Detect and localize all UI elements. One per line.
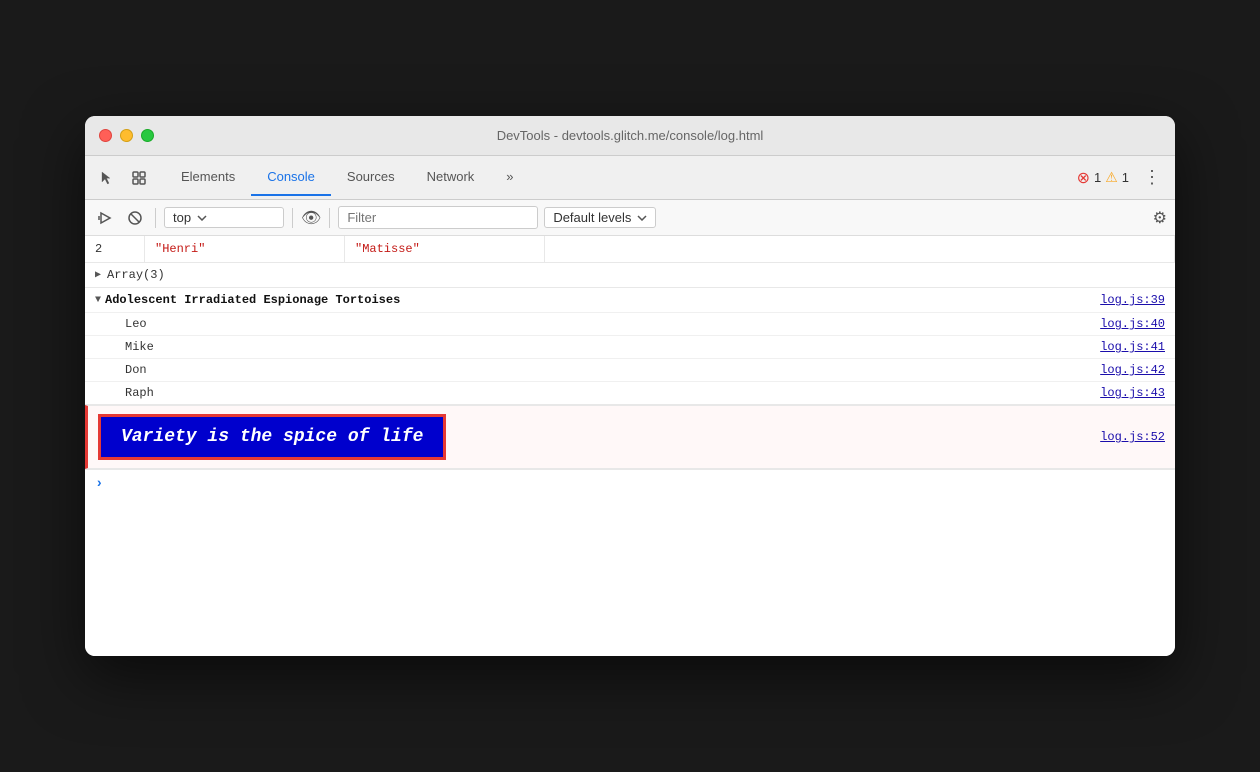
log-group-header[interactable]: ▼ Adolescent Irradiated Espionage Tortoi…: [85, 288, 1175, 312]
log-item-text-0: Leo: [125, 317, 1100, 331]
styled-log-row: Variety is the spice of life log.js:52: [85, 405, 1175, 469]
log-item-text-2: Don: [125, 363, 1100, 377]
warn-icon: ⚠: [1105, 169, 1118, 186]
divider-1: [155, 208, 156, 228]
console-input[interactable]: [109, 477, 1165, 491]
console-prompt: ›: [85, 469, 1175, 498]
log-item-source-1[interactable]: log.js:41: [1100, 340, 1165, 354]
log-item-2: Don log.js:42: [85, 358, 1175, 381]
error-count: 1: [1094, 170, 1101, 185]
divider-3: [329, 208, 330, 228]
log-item-0: Leo log.js:40: [85, 312, 1175, 335]
group-title: Adolescent Irradiated Espionage Tortoise…: [105, 293, 1100, 307]
clear-console-icon[interactable]: [123, 206, 147, 230]
styled-log-source[interactable]: log.js:52: [1100, 430, 1165, 444]
warn-count: 1: [1122, 170, 1129, 185]
tab-bar-right: ⊗ 1 ⚠ 1 ⋮: [1077, 167, 1167, 188]
table-cell-col1: "Henri": [145, 236, 345, 262]
tab-list: Elements Console Sources Network »: [165, 159, 1077, 196]
traffic-lights: [99, 129, 154, 142]
console-toolbar: top 👁 Default levels ⚙: [85, 200, 1175, 236]
table-cell-col2: "Matisse": [345, 236, 545, 262]
divider-2: [292, 208, 293, 228]
inspect-icon[interactable]: [125, 164, 153, 192]
window-title: DevTools - devtools.glitch.me/console/lo…: [497, 128, 764, 143]
prompt-arrow-icon: ›: [95, 476, 103, 492]
devtools-window: DevTools - devtools.glitch.me/console/lo…: [85, 116, 1175, 656]
table-row: 2 "Henri" "Matisse": [85, 236, 1175, 263]
table-cell-empty: [545, 236, 1175, 262]
levels-select[interactable]: Default levels: [544, 207, 656, 228]
error-badge: ⊗ 1 ⚠ 1: [1077, 168, 1129, 188]
log-item-3: Raph log.js:43: [85, 381, 1175, 404]
tab-network[interactable]: Network: [411, 159, 491, 196]
log-item-text-3: Raph: [125, 386, 1100, 400]
array-label: Array(3): [107, 268, 165, 282]
filter-input[interactable]: [338, 206, 538, 229]
tab-bar-icons: [93, 164, 153, 192]
tab-more[interactable]: »: [490, 159, 529, 196]
minimize-button[interactable]: [120, 129, 133, 142]
log-item-source-3[interactable]: log.js:43: [1100, 386, 1165, 400]
group-collapse-icon: ▼: [95, 295, 101, 306]
log-item-text-1: Mike: [125, 340, 1100, 354]
tab-sources[interactable]: Sources: [331, 159, 411, 196]
array-row[interactable]: ▶ Array(3): [85, 263, 1175, 288]
settings-icon[interactable]: ⚙: [1153, 208, 1167, 228]
console-content: 2 "Henri" "Matisse" ▶ Array(3) ▼ Adolesc…: [85, 236, 1175, 656]
close-button[interactable]: [99, 129, 112, 142]
tab-elements[interactable]: Elements: [165, 159, 251, 196]
tab-bar: Elements Console Sources Network » ⊗ 1 ⚠…: [85, 156, 1175, 200]
log-item-source-0[interactable]: log.js:40: [1100, 317, 1165, 331]
styled-message-box: Variety is the spice of life: [98, 414, 446, 460]
styled-message-text: Variety is the spice of life: [121, 427, 423, 447]
levels-value: Default levels: [553, 210, 631, 225]
context-value: top: [173, 210, 191, 225]
title-bar: DevTools - devtools.glitch.me/console/lo…: [85, 116, 1175, 156]
run-script-icon[interactable]: [93, 206, 117, 230]
log-group: ▼ Adolescent Irradiated Espionage Tortoi…: [85, 288, 1175, 405]
more-menu-button[interactable]: ⋮: [1137, 167, 1167, 188]
tab-console[interactable]: Console: [251, 159, 331, 196]
table-cell-index: 2: [85, 236, 145, 262]
group-source[interactable]: log.js:39: [1100, 293, 1165, 307]
eye-icon[interactable]: 👁: [301, 208, 321, 228]
log-item-1: Mike log.js:41: [85, 335, 1175, 358]
context-select[interactable]: top: [164, 207, 284, 228]
log-item-source-2[interactable]: log.js:42: [1100, 363, 1165, 377]
expand-arrow-icon: ▶: [95, 269, 101, 281]
maximize-button[interactable]: [141, 129, 154, 142]
cursor-icon[interactable]: [93, 164, 121, 192]
error-icon: ⊗: [1077, 168, 1090, 188]
